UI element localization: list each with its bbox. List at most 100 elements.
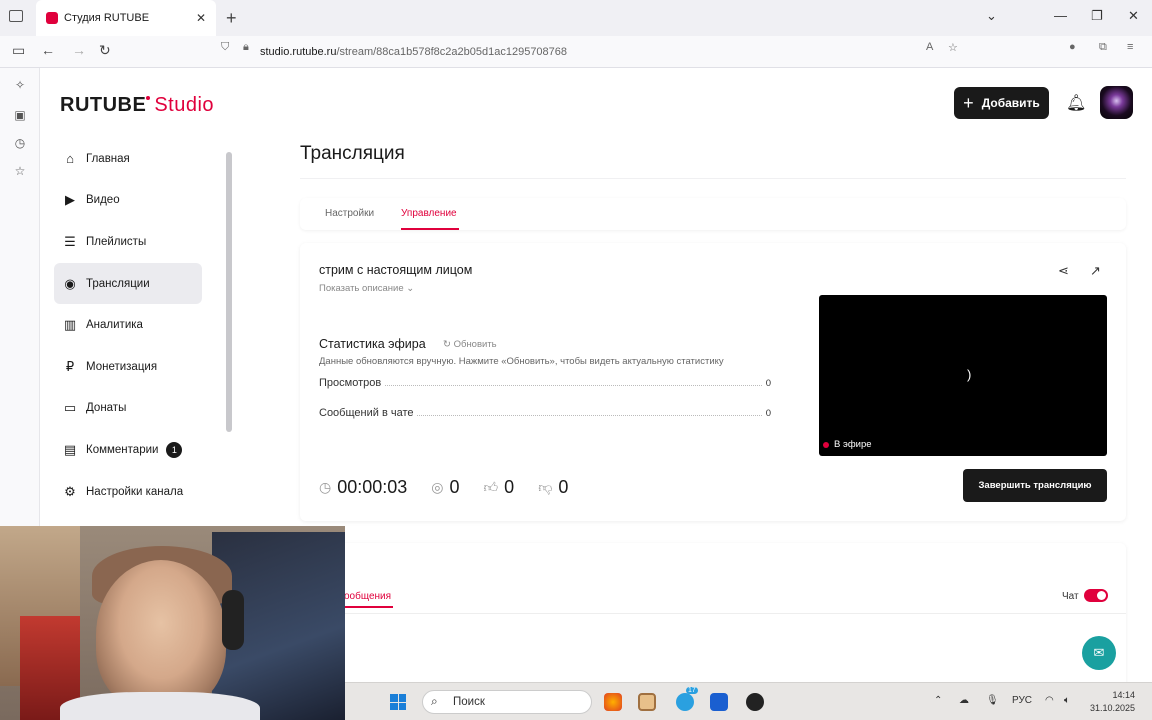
ai-assistant-icon[interactable]: ✧	[13, 78, 27, 92]
stat-messages-label: Сообщений в чате	[319, 407, 414, 419]
stat-views-value: 0	[765, 378, 771, 389]
reload-icon[interactable]: ↻	[99, 42, 111, 59]
analytics-icon: ▥	[63, 317, 77, 333]
volume-icon[interactable]: 🔈︎	[1064, 695, 1070, 706]
sidebar-item-playlists[interactable]: ☰ Плейлисты	[54, 221, 202, 263]
sidebar-item-label: Трансляции	[86, 277, 150, 290]
new-tab-button[interactable]: +	[226, 8, 237, 29]
input-language[interactable]: РУС	[1012, 695, 1032, 706]
tab-control[interactable]: Управление	[401, 208, 457, 219]
extensions-icon[interactable]: ⧉	[1099, 41, 1107, 54]
stream-name: стрим с настоящим лицом	[319, 263, 473, 277]
windows-start-icon[interactable]	[390, 694, 406, 710]
windows-taskbar: Поиск ⌕ 17 ⌃ ☁ 🎙︎ РУС ◠ 🔈︎ 14:14 31.10.2…	[345, 682, 1152, 720]
chat-toggle[interactable]	[1084, 589, 1108, 602]
video-icon: ▶	[65, 192, 75, 208]
browser-tab[interactable]: Студия RUTUBE ✕	[36, 0, 216, 36]
sidebar-item-broadcasts[interactable]: ◉ Трансляции	[54, 262, 202, 305]
add-button[interactable]: + Добавить	[954, 87, 1049, 119]
browser-navbar: ▭ ← → ↻ studio.rutube.ru/stream/88ca1b57…	[0, 36, 1152, 68]
stream-preview[interactable]: ) В эфире	[819, 295, 1107, 456]
page-title: Трансляция	[300, 143, 405, 164]
bell-icon[interactable]: 🔔︎	[1066, 93, 1086, 113]
taskbar-clock[interactable]: 14:14 31.10.2025	[1090, 689, 1135, 715]
cloud-icon[interactable]: ☁	[959, 695, 969, 706]
sidebar-item-label: Аналитика	[86, 319, 143, 332]
refresh-button[interactable]: ↻ Обновить	[443, 339, 497, 350]
stat-views-row: Просмотров 0	[319, 375, 771, 389]
sidebar-scrollbar[interactable]	[226, 152, 232, 432]
show-description-label: Показать описание	[319, 283, 404, 294]
lock-icon[interactable]: 🔒︎	[243, 41, 249, 54]
support-chat-button[interactable]: ✉	[1082, 636, 1116, 670]
dislike-icon: 👎︎	[538, 478, 553, 495]
minimize-icon[interactable]: —	[1054, 8, 1067, 23]
logo-main: RUTUBE	[60, 94, 147, 116]
bookmarks-icon[interactable]: ☆	[13, 164, 27, 178]
sidebar-item-comments[interactable]: ▤ Комментарии 1	[54, 429, 202, 471]
shield-icon[interactable]: ⛉	[221, 41, 229, 54]
likes-count: 0	[504, 476, 515, 497]
sidebar-item-home[interactable]: ⌂ Главная	[54, 138, 202, 180]
tab-settings[interactable]: Настройки	[325, 208, 374, 219]
studio-sidebar: ⌂ Главная ▶ Видео ☰ Плейлисты ◉ Трансляц…	[54, 138, 230, 512]
live-counters: ◷ 00:00:03 ◎ 0 👍︎ 0 👎︎ 0	[319, 475, 592, 499]
show-description-link[interactable]: Показать описание ⌄	[319, 283, 414, 294]
active-tab-indicator	[401, 228, 459, 230]
media-app-icon[interactable]	[638, 693, 656, 711]
viewers-icon: ◎	[431, 478, 444, 495]
home-icon: ⌂	[66, 151, 74, 167]
sidebar-item-label: Донаты	[86, 402, 127, 415]
webcam-person-shirt	[60, 692, 260, 720]
comment-icon: ▤	[63, 441, 77, 457]
microphone-icon[interactable]: 🎙︎	[986, 695, 999, 706]
refresh-icon: ↻	[443, 339, 451, 350]
menu-icon[interactable]: ≡	[1127, 41, 1133, 53]
wifi-icon[interactable]: ◠	[1045, 695, 1054, 706]
sidebar-item-channel-settings[interactable]: ⚙ Настройки канала	[54, 471, 202, 513]
tray-chevron-icon[interactable]: ⌃	[934, 695, 942, 706]
live-indicator: В эфире	[823, 439, 872, 450]
app-icon[interactable]	[710, 693, 728, 711]
end-stream-button[interactable]: Завершить трансляцию	[963, 469, 1107, 502]
account-icon[interactable]: ●	[1069, 41, 1076, 53]
history-icon[interactable]: ◷	[13, 136, 27, 150]
clock-time: 14:14	[1112, 690, 1136, 700]
sidebar-item-donations[interactable]: ▭ Донаты	[54, 388, 202, 430]
close-window-icon[interactable]: ✕	[1128, 8, 1139, 24]
sidebar-toggle-icon[interactable]: ▭	[12, 42, 25, 59]
like-icon: 👍︎	[483, 478, 499, 495]
webcam-person-face	[96, 560, 226, 710]
sidebar-item-analytics[interactable]: ▥ Аналитика	[54, 304, 202, 346]
live-label: В эфире	[834, 439, 872, 450]
search-icon: ⌕	[431, 694, 438, 708]
tab-messages[interactable]: ообщения	[344, 591, 391, 602]
forward-icon[interactable]: →	[72, 42, 86, 58]
rutube-favicon-icon	[46, 12, 58, 24]
sidebar-item-label: Видео	[86, 194, 120, 207]
taskbar-search[interactable]: Поиск	[422, 690, 592, 714]
chat-bubble-icon: ✉	[1093, 645, 1105, 660]
sidebar-item-video[interactable]: ▶ Видео	[54, 180, 202, 222]
sidebar-item-label: Настройки канала	[86, 485, 184, 498]
rutube-studio-logo[interactable]: RUTUBE Studio	[60, 94, 214, 117]
chevron-down-icon[interactable]: ⌄	[986, 8, 997, 24]
translate-icon[interactable]: A	[926, 41, 933, 53]
synced-tabs-icon[interactable]: ▣	[13, 108, 27, 122]
close-tab-icon[interactable]: ✕	[196, 11, 206, 25]
avatar[interactable]	[1100, 86, 1133, 119]
address-bar[interactable]: studio.rutube.ru/stream/88ca1b578f8c2a2b…	[214, 41, 974, 63]
restore-icon[interactable]: ❐	[1091, 8, 1103, 24]
external-link-icon[interactable]: ↗	[1090, 263, 1101, 279]
telegram-icon[interactable]	[676, 693, 694, 711]
obs-icon[interactable]	[746, 693, 764, 711]
ruble-icon: ₽	[65, 358, 75, 374]
bookmark-star-icon[interactable]: ☆	[948, 41, 958, 54]
tab-list-icon[interactable]	[9, 10, 23, 22]
firefox-icon[interactable]	[604, 693, 622, 711]
clock-date: 31.10.2025	[1090, 703, 1136, 713]
back-icon[interactable]: ←	[41, 42, 55, 58]
share-icon[interactable]: ⋖	[1058, 263, 1069, 279]
sidebar-item-monetization[interactable]: ₽ Монетизация	[54, 346, 202, 388]
gear-icon: ⚙	[64, 483, 76, 499]
